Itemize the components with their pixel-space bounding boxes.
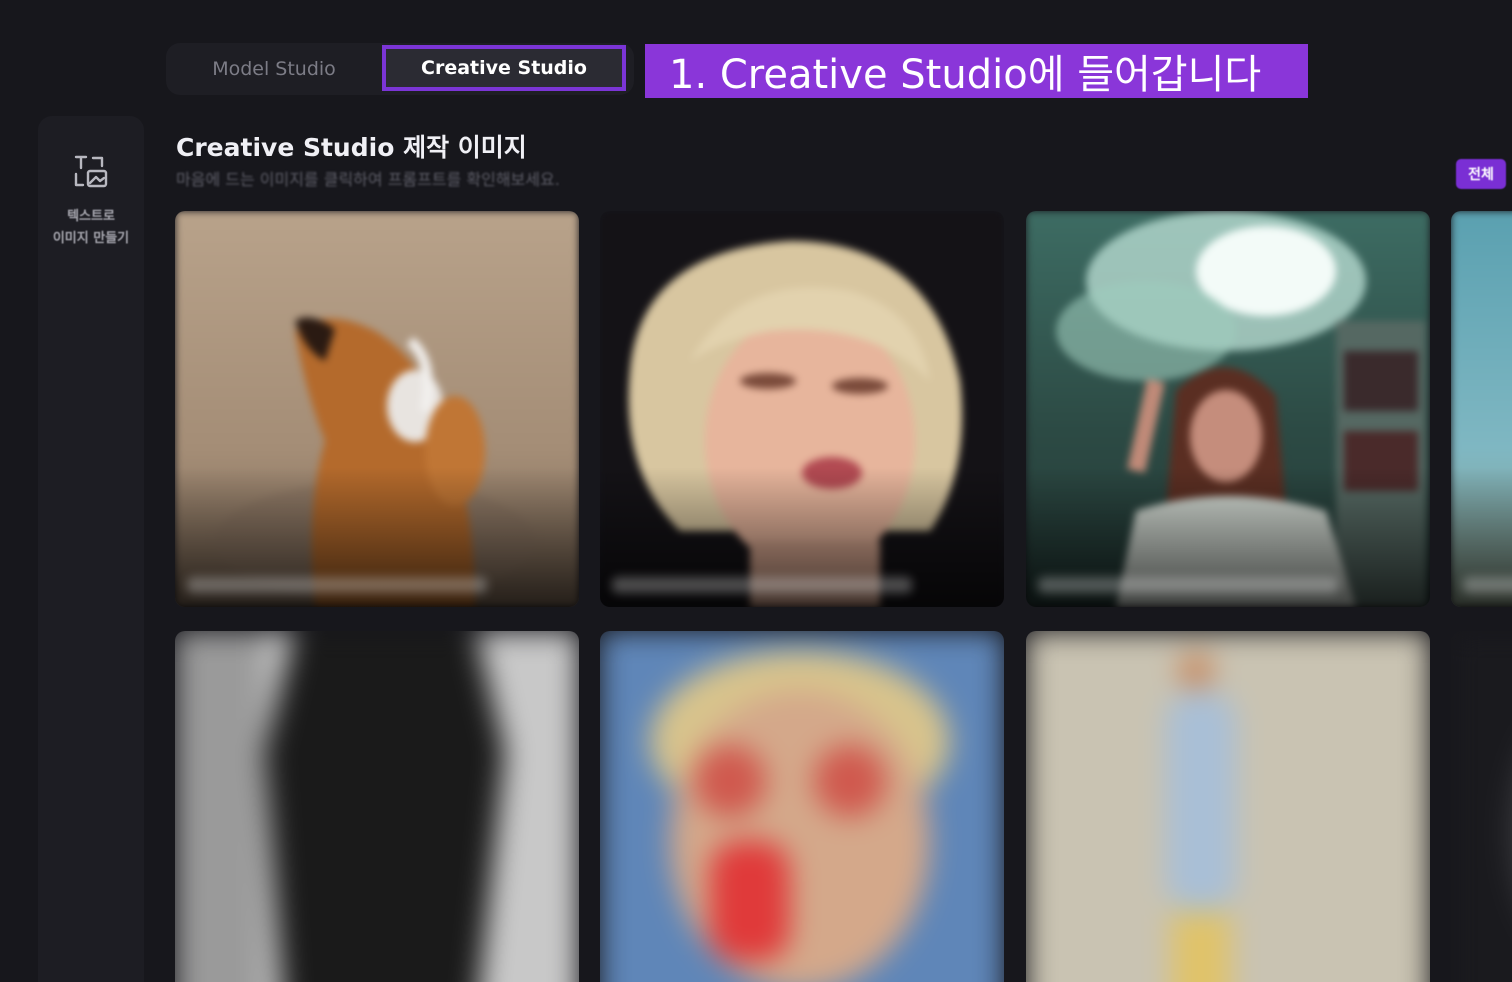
section-title: Creative Studio 제작 이미지 xyxy=(176,133,527,162)
gallery-card-red-sunglasses[interactable] xyxy=(600,631,1004,982)
gallery-card-dark[interactable] xyxy=(1451,631,1512,982)
tab-model-studio[interactable]: Model Studio xyxy=(166,43,382,95)
gallery-card-dog[interactable] xyxy=(175,211,579,607)
studio-tab-bar: Model Studio Creative Studio xyxy=(166,43,634,95)
card-caption-blur xyxy=(187,577,487,593)
image-gallery xyxy=(175,211,1512,982)
tool-label-line1: 텍스트로 xyxy=(67,209,115,224)
gallery-card-landscape[interactable] xyxy=(1451,211,1512,607)
dark-figure-image xyxy=(175,631,579,982)
section-subtitle: 마음에 드는 이미지를 클릭하여 프롬프트를 확인해보세요. xyxy=(176,170,560,189)
text-to-image-label: 텍스트로 이미지 만들기 xyxy=(53,206,129,250)
dark-image xyxy=(1451,631,1512,982)
standing-figure-image xyxy=(1026,631,1430,982)
gallery-card-standing-figure[interactable] xyxy=(1026,631,1430,982)
text-to-image-tool[interactable]: 텍스트로 이미지 만들기 xyxy=(38,152,144,250)
tab-creative-studio[interactable]: Creative Studio xyxy=(382,45,626,91)
instruction-annotation: 1. Creative Studio에 들어갑니다 xyxy=(645,44,1308,98)
gallery-card-smoke-woman[interactable] xyxy=(1026,211,1430,607)
card-caption-blur xyxy=(1463,577,1512,593)
sidebar: 텍스트로 이미지 만들기 xyxy=(38,116,144,982)
view-all-button[interactable]: 전체 xyxy=(1456,159,1506,189)
gallery-card-blonde-woman[interactable] xyxy=(600,211,1004,607)
text-to-image-icon xyxy=(74,155,108,188)
red-sunglasses-image xyxy=(600,631,1004,982)
card-caption-blur xyxy=(612,577,912,593)
tool-label-line2: 이미지 만들기 xyxy=(52,231,130,246)
card-caption-blur xyxy=(1038,577,1338,593)
gallery-card-dark-figure[interactable] xyxy=(175,631,579,982)
